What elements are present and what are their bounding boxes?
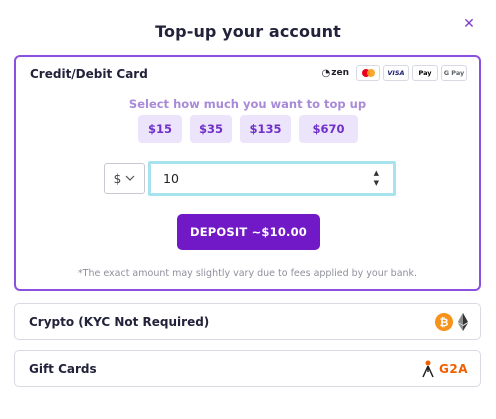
section-title-crypto: Crypto (KYC Not Required)	[29, 315, 210, 329]
apple-pay-label: Pay	[418, 69, 432, 77]
zen-label: zen	[331, 68, 349, 78]
currency-select[interactable]: $	[104, 163, 145, 194]
fee-note: *The exact amount may slightly vary due …	[77, 268, 418, 279]
stepper-down-icon[interactable]: ▼	[374, 179, 379, 188]
topup-modal: Top-up your account ✕ Credit/Debit Card …	[0, 0, 496, 419]
amount-presets: $15 $35 $135 $670	[138, 115, 358, 143]
google-pay-label: G Pay	[443, 69, 465, 77]
credit-card-section[interactable]: Credit/Debit Card ◔ zen VISA Pay G Pay S…	[14, 55, 481, 291]
zen-logo: ◔ zen	[322, 68, 349, 79]
g2a-figure-icon	[422, 360, 434, 378]
section-title-gift: Gift Cards	[29, 362, 97, 376]
section-title-card: Credit/Debit Card	[30, 67, 148, 81]
ethereum-icon	[458, 313, 468, 331]
g2a-logo: G2A	[439, 362, 468, 376]
stepper-up-icon[interactable]: ▲	[374, 169, 379, 178]
amount-button-35[interactable]: $35	[190, 115, 232, 143]
amount-button-670[interactable]: $670	[299, 115, 358, 143]
amount-field-wrapper: ▲ ▼	[148, 161, 396, 196]
amount-button-15[interactable]: $15	[138, 115, 182, 143]
google-pay-icon: G Pay	[441, 65, 467, 81]
zen-mark-icon: ◔	[321, 67, 331, 79]
apple-pay-icon: Pay	[412, 65, 438, 81]
gift-cards-section[interactable]: Gift Cards G2A	[14, 350, 481, 387]
currency-value: $	[113, 171, 122, 186]
mastercard-icon	[356, 65, 380, 81]
close-icon[interactable]: ✕	[462, 16, 476, 32]
amount-input[interactable]	[151, 164, 393, 193]
amount-stepper[interactable]: ▲ ▼	[374, 169, 379, 188]
payment-logos: ◔ zen VISA Pay G Pay	[322, 65, 467, 81]
bitcoin-icon: ₿	[435, 313, 453, 331]
chevron-down-icon	[125, 174, 135, 184]
crypto-section[interactable]: Crypto (KYC Not Required) ₿	[14, 303, 481, 340]
crypto-icons: ₿	[435, 313, 468, 331]
visa-icon: VISA	[383, 65, 409, 81]
deposit-button[interactable]: DEPOSIT ~$10.00	[177, 214, 320, 250]
amount-button-135[interactable]: $135	[240, 115, 291, 143]
modal-title: Top-up your account	[155, 22, 341, 41]
visa-label: VISA	[387, 69, 405, 77]
amount-prompt: Select how much you want to top up	[128, 97, 367, 111]
gift-icons: G2A	[422, 360, 468, 378]
